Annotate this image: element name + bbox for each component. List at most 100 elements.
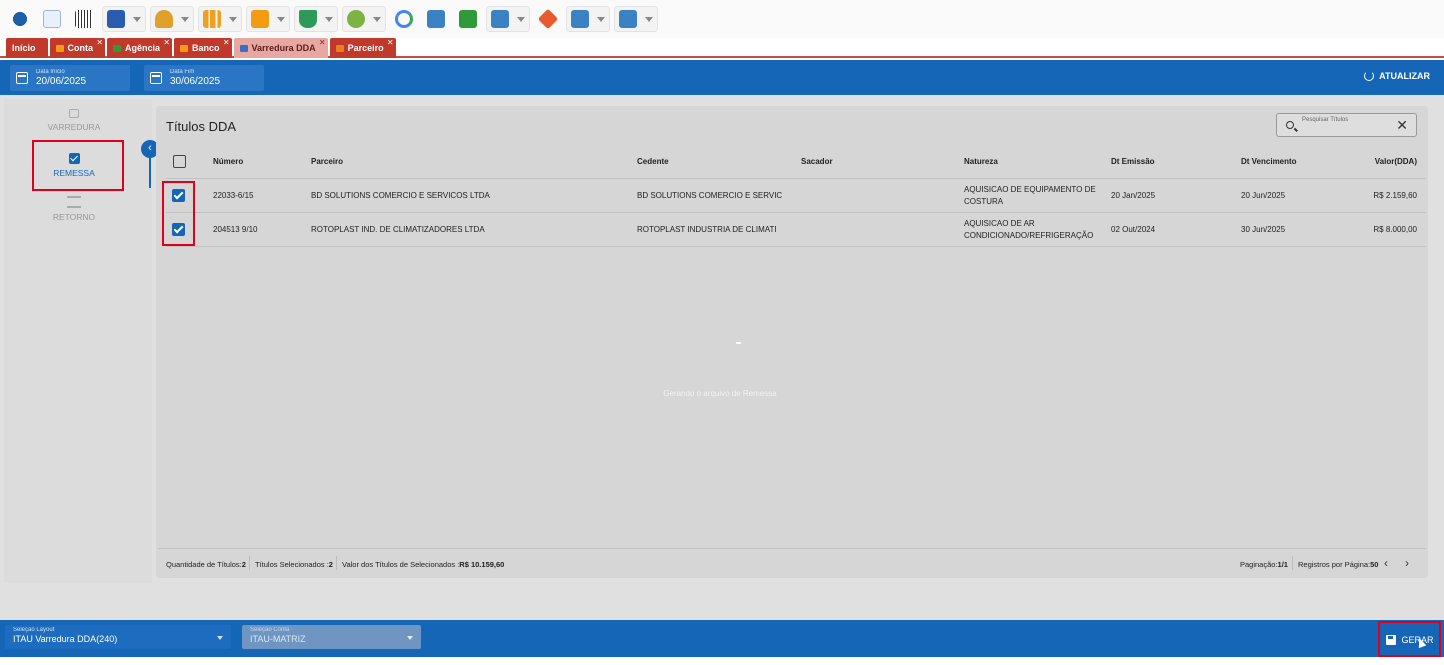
bank-return-icon	[67, 196, 81, 208]
main-toolbar	[0, 0, 1444, 38]
reports-menu-button[interactable]	[198, 6, 242, 32]
people-menu-button[interactable]	[150, 6, 194, 32]
bottom-action-bar: Seleção Layout ITAU Varredura DDA(240) S…	[0, 620, 1444, 657]
account-select[interactable]: Seleção Conta ITAU-MATRIZ	[242, 625, 421, 649]
chevron-down-icon	[229, 16, 237, 22]
close-icon[interactable]: ✕	[387, 38, 394, 47]
tab-label: Início	[12, 43, 36, 53]
sales-menu-button[interactable]	[294, 6, 338, 32]
agency-icon	[113, 44, 122, 52]
highlight-checkboxes	[162, 181, 195, 246]
save-button[interactable]	[454, 6, 482, 32]
tab-varredura-dda[interactable]: Varredura DDA ✕	[233, 38, 328, 58]
settings-menu-button[interactable]	[102, 6, 146, 32]
col-header-dt-emissao[interactable]: Dt Emissão	[1111, 157, 1155, 166]
cell-natureza-line2: CONDICIONADO/REFRIGERAÇÃO	[964, 231, 1094, 240]
col-header-parceiro[interactable]: Parceiro	[311, 157, 343, 166]
col-header-cedente[interactable]: Cedente	[637, 157, 669, 166]
pagination-value: 1/1	[1277, 560, 1288, 569]
scan-icon	[69, 109, 79, 118]
clear-icon[interactable]: ✕	[1396, 117, 1408, 134]
cell-natureza-line1: AQUISICAO DE EQUIPAMENTO DE	[964, 185, 1096, 194]
cell-cedente: BD SOLUTIONS COMERCIO E SERVIC	[637, 191, 783, 200]
selected-amount: Valor dos Títulos de Selecionados :R$ 10…	[342, 560, 504, 569]
window-menu-button-1[interactable]	[486, 6, 530, 32]
rows-per-page[interactable]: Registros por Página:50	[1298, 560, 1378, 569]
globe-icon[interactable]	[6, 6, 34, 32]
cell-numero: 22033-6/15	[213, 191, 254, 200]
google-button[interactable]	[390, 6, 418, 32]
date-start-value: 20/06/2025	[36, 76, 87, 87]
highlight-generate	[1378, 621, 1441, 657]
security-menu-button[interactable]	[342, 6, 386, 32]
col-header-numero[interactable]: Número	[213, 157, 243, 166]
rows-per-page-value: 50	[1370, 560, 1379, 569]
layout-select[interactable]: Seleção Layout ITAU Varredura DDA(240)	[5, 625, 231, 649]
next-page-icon[interactable]: ›	[1405, 556, 1409, 570]
divider	[158, 548, 1426, 549]
tab-conta[interactable]: Conta ✕	[49, 38, 106, 58]
col-header-natureza[interactable]: Natureza	[964, 157, 998, 166]
cell-dt-vencimento: 20 Jun/2025	[1241, 191, 1286, 200]
window-icon	[571, 10, 589, 28]
close-icon[interactable]: ✕	[96, 38, 103, 47]
nav-retorno[interactable]: RETORNO	[0, 196, 148, 222]
documents-icon	[427, 10, 445, 28]
date-start-field[interactable]: Data Início 20/06/2025	[10, 65, 130, 91]
col-header-valor[interactable]: Valor(DDA)	[1360, 157, 1417, 166]
account-select-value: ITAU-MATRIZ	[250, 634, 306, 644]
nav-varredura[interactable]: VARREDURA	[0, 109, 148, 132]
panel-splitter[interactable]	[149, 158, 151, 188]
window-menu-button-2[interactable]	[566, 6, 610, 32]
stock-menu-button[interactable]	[246, 6, 290, 32]
account-select-label: Seleção Conta	[250, 627, 290, 633]
close-icon[interactable]: ✕	[223, 38, 230, 47]
divider	[166, 178, 1426, 179]
date-end-label: Data Fim	[170, 69, 195, 75]
sisdepro-logo[interactable]	[38, 6, 66, 32]
date-end-field[interactable]: Data Fim 30/06/2025	[144, 65, 264, 91]
divider	[1292, 556, 1293, 570]
divider	[166, 212, 1426, 213]
window-menu-button-3[interactable]	[614, 6, 658, 32]
calendar-icon	[16, 72, 28, 84]
chevron-down-icon	[645, 16, 653, 22]
partner-icon	[335, 44, 344, 52]
tag-icon	[537, 8, 559, 30]
chevron-down-icon	[373, 16, 381, 22]
chevron-down-icon	[181, 16, 189, 22]
dda-icon	[239, 44, 248, 52]
tab-parceiro[interactable]: Parceiro ✕	[329, 38, 396, 58]
tab-label: Agência	[125, 43, 161, 53]
divider	[166, 246, 1426, 247]
tab-banco[interactable]: Banco ✕	[174, 38, 232, 58]
col-header-sacador[interactable]: Sacador	[801, 157, 833, 166]
col-header-dt-vencimento[interactable]: Dt Vencimento	[1241, 157, 1297, 166]
date-end-value: 30/06/2025	[170, 76, 221, 87]
select-all-checkbox[interactable]	[173, 155, 186, 168]
selected-amount-label: Valor dos Títulos de Selecionados :	[342, 560, 460, 569]
search-input[interactable]: Pesquisar Títulos ✕	[1276, 113, 1417, 137]
tab-agencia[interactable]: Agência ✕	[107, 38, 173, 58]
selected-titles-label: Títulos Selecionados :	[255, 560, 329, 569]
tab-inicio[interactable]: Início	[6, 38, 48, 58]
tab-label: Parceiro	[347, 43, 384, 53]
close-icon[interactable]: ✕	[319, 38, 326, 47]
google-icon	[395, 10, 413, 28]
layout-select-value: ITAU Varredura DDA(240)	[13, 634, 118, 644]
barcode-icon[interactable]	[70, 6, 98, 32]
refresh-button[interactable]: ATUALIZAR	[1364, 71, 1430, 81]
close-icon[interactable]: ✕	[163, 38, 170, 47]
prev-page-icon[interactable]: ‹	[1384, 556, 1388, 570]
tag-button[interactable]	[534, 6, 562, 32]
cell-valor: R$ 2.159,60	[1373, 191, 1417, 200]
pagination: Paginação:1/1	[1240, 560, 1288, 569]
chevron-down-icon	[517, 16, 525, 22]
shield-icon	[347, 10, 365, 28]
divider	[336, 556, 337, 570]
tab-label: Varredura DDA	[251, 43, 316, 53]
filter-header: Data Início 20/06/2025 Data Fim 30/06/20…	[0, 60, 1444, 95]
cell-cedente: ROTOPLAST INDUSTRIA DE CLIMATI	[637, 225, 777, 234]
documents-button[interactable]	[422, 6, 450, 32]
total-titles: Quantidade de Títulos:2	[166, 560, 246, 569]
